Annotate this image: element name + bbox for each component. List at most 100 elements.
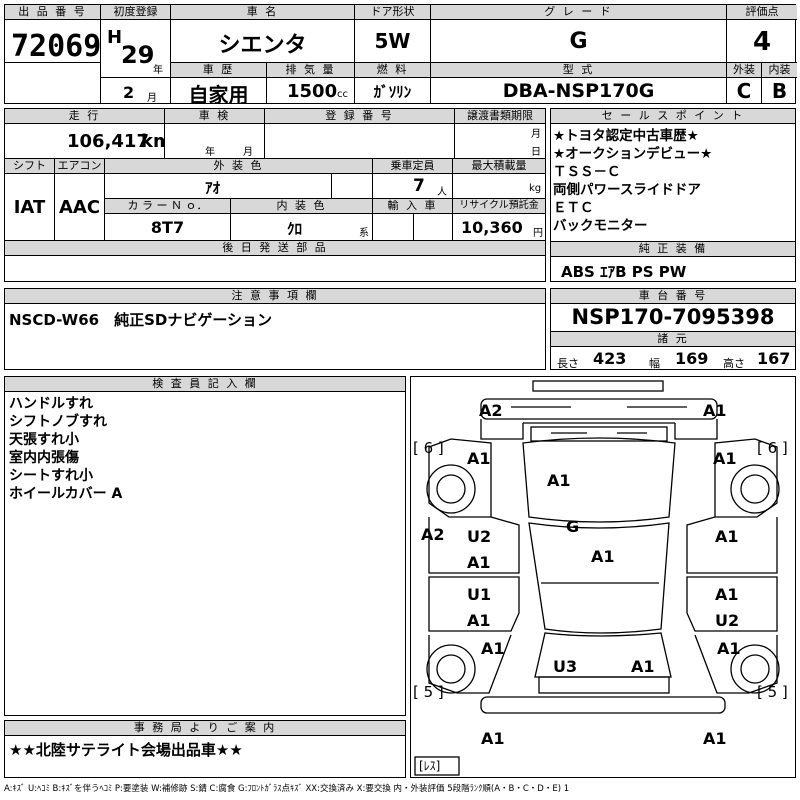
model: DBA-NSP170G — [502, 80, 655, 102]
damage-mark: A1 — [467, 449, 491, 468]
int-color-cell: 内 装 色 ｸﾛ 系 — [231, 199, 373, 241]
damage-mark: A1 — [467, 553, 491, 572]
height: 167 — [757, 349, 791, 368]
shift-cell: シフト IAT — [5, 159, 55, 241]
color-cell: 外 装 色 ｱｵ — [105, 159, 373, 199]
score-cell: 評価点 4 — [727, 5, 797, 63]
color-no-cell: カ ラ ー Ｎ ｏ． 8T7 — [105, 199, 231, 241]
notes-text: NSCD-W66 純正SDナビゲーション — [9, 311, 273, 329]
damage-mark: A1 — [591, 547, 615, 566]
chassis-label: 車 台 番 号 — [551, 289, 795, 304]
door-type: 5W — [374, 29, 411, 53]
later-parts-cell: 後 日 発 送 部 品 — [5, 241, 545, 281]
insp-month-unit: 月 — [243, 147, 253, 158]
int-color-unit: 系 — [359, 228, 369, 239]
history-cell: 車 歴 自家用 — [171, 63, 267, 103]
office-text: ★★北陸サテライト会場出品車★★ — [9, 741, 243, 759]
displacement: 1500 — [287, 81, 338, 102]
tire-depth: [ 6 ] — [757, 439, 788, 457]
grade: G — [569, 29, 588, 54]
damage-mark: A1 — [481, 729, 505, 748]
lot-label: 出 品 番 号 — [5, 5, 100, 20]
inspector-item: ハンドルすれ — [9, 396, 93, 412]
reg-month: 2 — [123, 83, 135, 102]
mileage: 106,417 — [67, 131, 149, 152]
month-unit: 月 — [147, 93, 157, 103]
inspector-label: 検 査 員 記 入 欄 — [5, 377, 405, 392]
import-cell: 輸 入 車 — [373, 199, 453, 241]
height-label: 高さ — [723, 357, 745, 370]
inspector-item: ホイールカバー A — [9, 486, 123, 502]
inspection-label: 車 検 — [165, 109, 264, 124]
grade-label: グ レ ー ド — [431, 5, 726, 20]
era: H — [107, 27, 123, 48]
damage-mark: U1 — [467, 585, 492, 604]
damage-mark: U2 — [715, 611, 740, 630]
transfer-label: 譲渡書類期限 — [455, 109, 545, 124]
office-label: 事 務 局 よ り ご 案 内 — [5, 721, 405, 736]
details-box: 走 行 106,417 km 車 検 年 月 登 録 番 号 譲渡書類期限 月 … — [4, 108, 546, 282]
chassis-box: 車 台 番 号 NSP170-7095398 諸 元 長さ 423 幅 169 … — [550, 288, 796, 370]
first-reg-label: 初度登録 — [101, 5, 170, 20]
transfer-month-unit: 月 — [531, 129, 541, 140]
door-cell: ドア形状 5W — [355, 5, 431, 63]
fuel: ｶﾞｿﾘﾝ — [373, 83, 412, 101]
damage-mark: G — [566, 517, 580, 536]
ext-grade-cell: 外装 C — [727, 63, 762, 103]
model-cell: 型 式 DBA-NSP170G — [431, 63, 727, 103]
capacity-label: 乗車定員 — [373, 159, 452, 174]
damage-mark: A1 — [481, 639, 505, 658]
sales-point: ★オークションデビュー★ — [553, 146, 713, 162]
length-label: 長さ — [557, 357, 579, 370]
plate-cell: 登 録 番 号 — [265, 109, 455, 159]
equip-label: 純 正 装 備 — [551, 242, 795, 257]
first-reg-cell: 初度登録 H 29 年 2 月 — [101, 5, 171, 103]
color: ｱｵ — [205, 179, 221, 197]
color-no-label: カ ラ ー Ｎ ｏ． — [105, 199, 230, 214]
disp-label: 排 気 量 — [267, 63, 354, 78]
int-color-label: 内 装 色 — [231, 199, 372, 214]
car-diagram — [414, 380, 780, 776]
damage-mark: A2 — [479, 401, 503, 420]
width: 169 — [675, 349, 709, 368]
load-unit: kg — [529, 183, 542, 194]
damage-mark: A1 — [717, 639, 741, 658]
damage-mark: A1 — [713, 449, 737, 468]
int-label: 内装 — [762, 63, 797, 78]
import-label: 輸 入 車 — [373, 199, 452, 214]
inspector-box: 検 査 員 記 入 欄 ハンドルすれ シフトノブすれ 天張すれ小 室内内張傷 シ… — [4, 376, 406, 716]
color-no: 8T7 — [150, 218, 185, 237]
sales-points: ★トヨタ認定中古車歴★ ★オークションデビュー★ ＴＳＳ－Ｃ 両側パワースライド… — [553, 127, 712, 235]
office-box: 事 務 局 よ り ご 案 内 ★★北陸サテライト会場出品車★★ — [4, 720, 406, 778]
disp-cell: 排 気 量 1500 cc — [267, 63, 355, 103]
year-unit: 年 — [153, 65, 163, 76]
inspector-item: シフトノブすれ — [9, 414, 107, 430]
lot-cell: 出 品 番 号 72069 — [5, 5, 101, 103]
load-cell: 最大積載量 kg — [453, 159, 545, 199]
equip: ABS ｴｱB PS PW — [561, 263, 687, 281]
door-label: ドア形状 — [355, 5, 430, 20]
int-grade-cell: 内装 B — [762, 63, 797, 103]
spare-tire: [ﾚｽ] — [419, 759, 441, 773]
damage-mark: A1 — [715, 527, 739, 546]
model-label: 型 式 — [431, 63, 726, 78]
int-color: ｸﾛ — [287, 220, 303, 238]
recycle-cell: リサイクル預託金 10,360 円 — [453, 199, 545, 241]
capacity-cell: 乗車定員 7 人 — [373, 159, 453, 199]
shift: IAT — [13, 197, 46, 218]
insp-year-unit: 年 — [205, 147, 215, 158]
recycle: 10,360 — [461, 218, 523, 237]
lot-number: 72069 — [11, 29, 101, 64]
damage-mark: A2 — [421, 525, 445, 544]
mileage-unit: km — [141, 131, 164, 152]
int-grade: B — [771, 79, 788, 103]
damage-mark: A1 — [631, 657, 655, 676]
damage-mark: A1 — [703, 729, 727, 748]
tire-depth: [ 5 ] — [413, 683, 444, 701]
history: 自家用 — [188, 83, 249, 103]
plate-label: 登 録 番 号 — [265, 109, 454, 124]
sales-point: ＴＳＳ－Ｃ — [553, 164, 621, 180]
notes-box: 注 意 事 項 欄 NSCD-W66 純正SDナビゲーション — [4, 288, 546, 370]
damage-mark: U3 — [553, 657, 578, 676]
inspector-items: ハンドルすれ シフトノブすれ 天張すれ小 室内内張傷 シートすれ小 ホイールカバ… — [9, 395, 122, 503]
